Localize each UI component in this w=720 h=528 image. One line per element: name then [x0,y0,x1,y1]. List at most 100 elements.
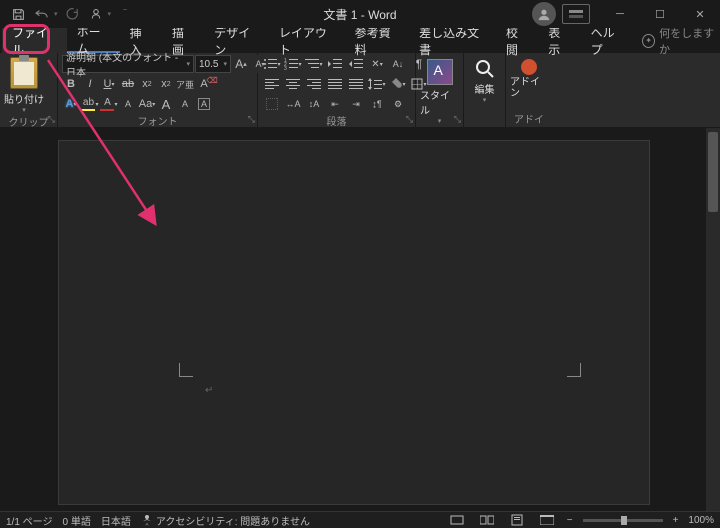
zoom-out-button[interactable]: − [567,515,573,526]
dropdown-caret-icon[interactable]: ▾ [108,10,112,18]
underline-button[interactable]: U▾ [100,75,118,93]
char-spacing-button[interactable]: ↔A [283,95,303,113]
distributed-button[interactable] [346,75,366,93]
bold-button[interactable]: B [62,75,80,93]
font-name-combo[interactable]: 游明朝 (本文のフォント - 日本▾ [62,55,194,73]
indent-left-button[interactable]: ⇤ [325,95,345,113]
numbering-button[interactable]: 123▾ [283,55,303,73]
margin-mark-icon [179,363,193,377]
dialog-launcher-icon[interactable]: ⤡ [406,114,413,125]
line-spacing-button[interactable]: ▾ [367,75,387,93]
accessibility-status[interactable]: アクセシビリティ: 問題ありません [141,513,310,528]
dialog-launcher-icon[interactable]: ⤡ [48,114,55,125]
styles-label: スタイル [420,87,459,117]
ribbon-display-icon[interactable] [562,4,590,24]
snap-grid-button[interactable] [262,95,282,113]
focus-mode-button[interactable] [447,513,467,527]
group-styles: スタイル ▾ スタイル ⤡ [416,53,464,127]
enclose-chars-button[interactable]: A [195,95,213,113]
superscript-button[interactable]: x2 [157,75,175,93]
tab-help[interactable]: ヘルプ [581,28,634,53]
dialog-launcher-icon[interactable]: ⤡ [248,114,255,125]
tab-references[interactable]: 参考資料 [345,28,410,53]
group-paragraph: ▾ 123▾ ▾ ✕▾ A↓ ¶ ▾ ▾ ▾ ↔A [258,53,416,127]
shading-button[interactable]: ▾ [388,75,408,93]
change-case-button[interactable]: Aa▾ [138,95,156,113]
close-button[interactable]: ✕ [680,0,720,28]
group-label-paragraph: 段落 [262,113,411,128]
multilevel-list-button[interactable]: ▾ [304,55,324,73]
user-avatar-icon[interactable] [532,2,556,26]
group-addins: アドイン アドイン [506,53,552,127]
language-indicator[interactable]: 日本語 [101,513,131,528]
bulb-icon: ✦ [642,34,655,48]
addins-button[interactable]: アドイン [510,55,548,99]
document-page[interactable]: ↵ [58,140,650,505]
tab-mailings[interactable]: 差し込み文書 [409,28,496,53]
shrink-font-a-button[interactable]: A [176,95,194,113]
font-size-value: 10.5 [199,59,218,70]
subscript-button[interactable]: x2 [138,75,156,93]
editing-label: 編集 [475,81,495,96]
tab-view[interactable]: 表示 [538,28,580,53]
account-sync-icon[interactable] [86,4,106,24]
sort-button[interactable]: A↓ [388,55,408,73]
zoom-slider-thumb[interactable] [621,516,627,525]
align-left-button[interactable] [262,75,282,93]
char-shading-button[interactable]: A [119,95,137,113]
read-mode-button[interactable] [477,513,497,527]
dialog-launcher-icon[interactable]: ⤡ [454,114,461,125]
zoom-level[interactable]: 100% [688,515,714,526]
ribbon: 貼り付け ▾ クリップボード ⤡ 游明朝 (本文のフォント - 日本▾ 10.5… [0,53,720,128]
decrease-indent-button[interactable] [325,55,345,73]
minimize-button[interactable]: ─ [600,0,640,28]
para-settings-button[interactable]: ⚙ [388,95,408,113]
increase-indent-button[interactable] [346,55,366,73]
paste-button[interactable]: 貼り付け ▾ [4,55,44,114]
bullets-button[interactable]: ▾ [262,55,282,73]
zoom-slider[interactable] [583,519,663,522]
editing-button[interactable]: 編集 ▾ [468,55,501,104]
search-icon [475,59,495,79]
align-right-button[interactable] [304,75,324,93]
zoom-in-button[interactable]: + [673,515,679,526]
font-size-combo[interactable]: 10.5▾ [195,55,231,73]
undo-icon[interactable] [32,4,52,24]
align-center-button[interactable] [283,75,303,93]
print-layout-button[interactable] [507,513,527,527]
para-spacing-button[interactable]: ↨¶ [367,95,387,113]
quick-access-toolbar: ▾ ▾ ‾ [0,4,135,24]
dropdown-caret-icon[interactable]: ▾ [54,10,58,18]
vertical-scrollbar[interactable] [706,128,720,511]
tab-file[interactable]: ファイル [2,28,67,53]
clear-formatting-button[interactable]: A⌫ [195,75,213,93]
italic-button[interactable]: I [81,75,99,93]
redo-icon[interactable] [62,4,82,24]
grow-font-button[interactable]: A▴ [232,55,250,73]
page-indicator[interactable]: 1/1 ページ [6,513,52,528]
tab-design[interactable]: デザイン [204,28,269,53]
maximize-button[interactable]: ☐ [640,0,680,28]
tell-me-search[interactable]: ✦何をしますか [642,28,720,53]
accessibility-icon [141,514,153,526]
highlight-button[interactable]: ab▾ [81,95,99,113]
text-direction-button[interactable]: ↕A [304,95,324,113]
strikethrough-button[interactable]: ab [119,75,137,93]
font-color-button[interactable]: A▾ [100,95,118,113]
web-layout-button[interactable] [537,513,557,527]
phonetic-guide-button[interactable]: ア亜 [176,75,194,93]
scrollbar-thumb[interactable] [708,132,718,212]
qat-customize-icon[interactable]: ‾ [115,4,135,24]
save-icon[interactable] [8,4,28,24]
justify-button[interactable] [325,75,345,93]
tab-layout[interactable]: レイアウト [269,28,345,53]
group-label-addins: アドイン [510,111,548,127]
addin-icon [521,59,537,75]
indent-right-button[interactable]: ⇥ [346,95,366,113]
grow-font-a-button[interactable]: A [157,95,175,113]
group-label-editing [468,111,501,127]
text-effects-button[interactable]: A▾ [62,95,80,113]
asian-layout-button[interactable]: ✕▾ [367,55,387,73]
tab-review[interactable]: 校閲 [496,28,538,53]
word-count[interactable]: 0 単語 [62,513,90,528]
